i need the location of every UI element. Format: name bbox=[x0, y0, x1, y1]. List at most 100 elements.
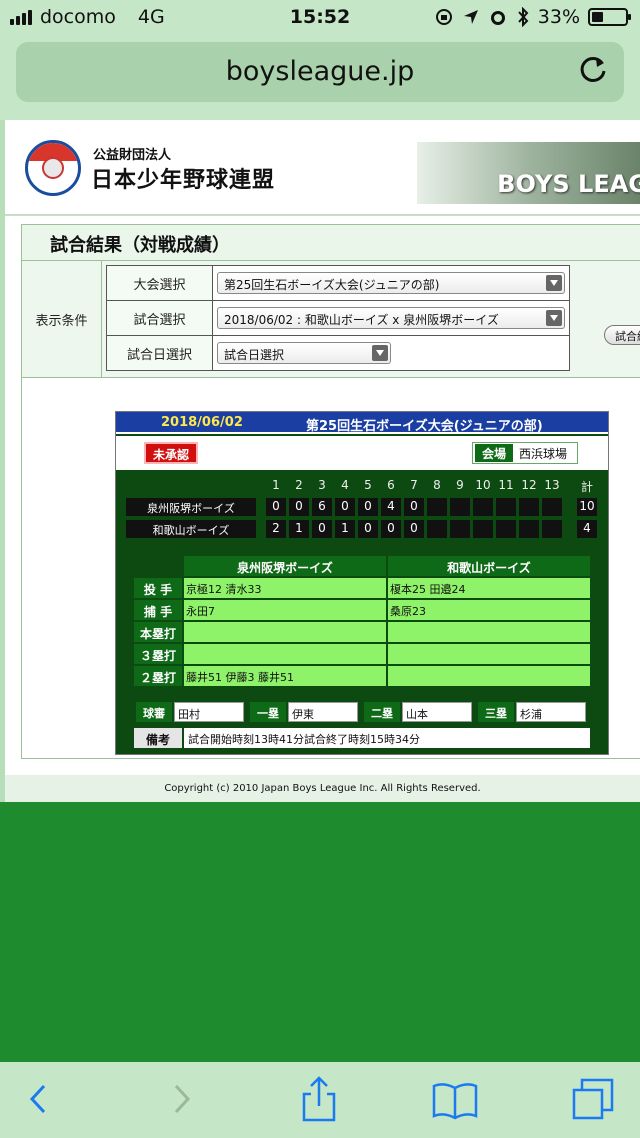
stat-label-catcher: 捕 手 bbox=[134, 600, 182, 620]
inning-number: 2 bbox=[295, 478, 303, 492]
venue-box: 会場 西浜球場 bbox=[472, 442, 578, 464]
umpire-value: 田村 bbox=[174, 702, 244, 722]
inning-number: 4 bbox=[341, 478, 349, 492]
stat-cell bbox=[388, 644, 590, 664]
game-search-button[interactable]: 試合結 bbox=[604, 325, 640, 345]
score-cell: 0 bbox=[289, 498, 309, 516]
umpire-value: 伊東 bbox=[288, 702, 358, 722]
total-score-cell: 10 bbox=[577, 498, 597, 516]
game-select[interactable]: 2018/06/02 : 和歌山ボーイズ x 泉州阪堺ボーイズ bbox=[217, 307, 565, 329]
inning-number: 3 bbox=[318, 478, 326, 492]
game-date-row: 試合日選択 試合日選択 bbox=[107, 336, 569, 371]
org-type: 公益財団法人 bbox=[93, 148, 172, 163]
tournament-select[interactable]: 第25回生石ボーイズ大会(ジュニアの部) bbox=[217, 272, 565, 294]
chevron-down-icon bbox=[546, 310, 562, 326]
stat-cell: 藤井51 伊藤3 藤井51 bbox=[184, 666, 386, 686]
inning-number: 12 bbox=[521, 478, 537, 492]
section-header: 試合結果（対戦成績） bbox=[22, 225, 640, 261]
tabs-icon[interactable] bbox=[568, 1074, 618, 1124]
chevron-down-icon bbox=[372, 345, 388, 361]
forward-icon[interactable] bbox=[156, 1074, 206, 1124]
umpire-label: 球審 bbox=[136, 702, 172, 722]
battery-icon bbox=[588, 8, 631, 26]
umpire-label: 一塁 bbox=[250, 702, 286, 722]
battery-percent: 33% bbox=[537, 6, 580, 28]
score-cell: 0 bbox=[266, 498, 286, 516]
inning-number: 9 bbox=[456, 478, 464, 492]
stat-cell bbox=[184, 622, 386, 642]
score-cell bbox=[473, 498, 493, 516]
score-cell: 6 bbox=[312, 498, 332, 516]
chevron-down-icon bbox=[546, 275, 562, 291]
inning-number: 7 bbox=[410, 478, 418, 492]
share-icon[interactable] bbox=[294, 1074, 344, 1124]
venue-label: 会場 bbox=[475, 444, 513, 462]
umpire-label: 二塁 bbox=[364, 702, 400, 722]
stat-cell bbox=[388, 666, 590, 686]
remark-value: 試合開始時刻13時41分試合終了時刻15時34分 bbox=[184, 728, 590, 748]
alarm-icon bbox=[490, 11, 505, 25]
score-cell bbox=[427, 498, 447, 516]
score-cell: 4 bbox=[381, 498, 401, 516]
stat-cell: 京極12 清水33 bbox=[184, 578, 386, 598]
score-cell: 0 bbox=[358, 498, 378, 516]
score-cell bbox=[450, 520, 470, 538]
url-bar[interactable]: boysleague.jp bbox=[16, 42, 624, 102]
game-date: 2018/06/02 bbox=[161, 415, 243, 430]
umpire-value: 山本 bbox=[402, 702, 472, 722]
site-header: 公益財団法人 日本少年野球連盟 BOYS LEAG bbox=[5, 120, 640, 216]
game-row: 試合選択 2018/06/02 : 和歌山ボーイズ x 泉州阪堺ボーイズ bbox=[107, 301, 569, 336]
boys-league-logo[interactable] bbox=[25, 140, 81, 196]
umpire-label: 三塁 bbox=[478, 702, 514, 722]
score-cell bbox=[427, 520, 447, 538]
score-cell: 0 bbox=[404, 520, 424, 538]
inning-number: 1 bbox=[272, 478, 280, 492]
page-title: 試合結果（対戦成績） bbox=[50, 235, 230, 256]
web-page: 公益財団法人 日本少年野球連盟 BOYS LEAG 試合結果（対戦成績） 表示条… bbox=[5, 120, 640, 802]
browser-toolbar bbox=[0, 1062, 640, 1138]
stat-cell: 榎本25 田邉24 bbox=[388, 578, 590, 598]
display-conditions: 表示条件 大会選択 第25回生石ボーイズ大会(ジュニアの部) 試合選択 2018… bbox=[22, 261, 640, 378]
bookmarks-icon[interactable] bbox=[430, 1074, 480, 1124]
score-cell: 0 bbox=[312, 520, 332, 538]
game-date-select[interactable]: 試合日選択 bbox=[217, 342, 391, 364]
stats-team-header-visitor: 泉州阪堺ボーイズ bbox=[184, 556, 386, 576]
orientation-lock-icon bbox=[435, 9, 452, 25]
results-section: 試合結果（対戦成績） 表示条件 大会選択 第25回生石ボーイズ大会(ジュニアの部… bbox=[21, 224, 640, 759]
team-name-home: 和歌山ボーイズ bbox=[126, 520, 256, 538]
stat-label-triple: ３塁打 bbox=[134, 644, 182, 664]
score-cell: 0 bbox=[404, 498, 424, 516]
score-cell bbox=[496, 520, 516, 538]
browser-chrome-top: docomo 4G 15:52 33% boysleague.jp bbox=[0, 0, 640, 120]
url-text: boysleague.jp bbox=[225, 56, 415, 87]
conditions-label: 表示条件 bbox=[22, 261, 102, 378]
result-header: 2018/06/02 第25回生石ボーイズ大会(ジュニアの部) bbox=[116, 412, 608, 434]
reload-icon[interactable] bbox=[576, 54, 610, 88]
inning-number: 6 bbox=[387, 478, 395, 492]
stat-label-homerun: 本塁打 bbox=[134, 622, 182, 642]
score-cell: 1 bbox=[335, 520, 355, 538]
status-badge: 未承認 bbox=[144, 442, 198, 464]
tournament-row: 大会選択 第25回生石ボーイズ大会(ジュニアの部) bbox=[107, 266, 569, 301]
game-label: 試合選択 bbox=[107, 301, 213, 335]
stat-cell bbox=[388, 622, 590, 642]
location-icon bbox=[463, 10, 478, 24]
game-date-select-value: 試合日選択 bbox=[224, 348, 285, 362]
game-date-label: 試合日選択 bbox=[107, 336, 213, 370]
header-banner: BOYS LEAG bbox=[417, 142, 640, 204]
score-cell: 0 bbox=[335, 498, 355, 516]
status-bar: docomo 4G 15:52 33% bbox=[0, 0, 640, 36]
stat-cell: 桑原23 bbox=[388, 600, 590, 620]
score-cell bbox=[519, 520, 539, 538]
bluetooth-icon bbox=[518, 7, 529, 27]
inning-number: 11 bbox=[498, 478, 514, 492]
score-cell bbox=[519, 498, 539, 516]
score-cell bbox=[496, 498, 516, 516]
stat-cell: 永田7 bbox=[184, 600, 386, 620]
score-cell bbox=[473, 520, 493, 538]
back-icon[interactable] bbox=[14, 1074, 64, 1124]
tournament-title: 第25回生石ボーイズ大会(ジュニアの部) bbox=[306, 419, 543, 434]
stat-cell bbox=[184, 644, 386, 664]
tournament-label: 大会選択 bbox=[107, 266, 213, 300]
venue-name: 西浜球場 bbox=[519, 447, 568, 461]
